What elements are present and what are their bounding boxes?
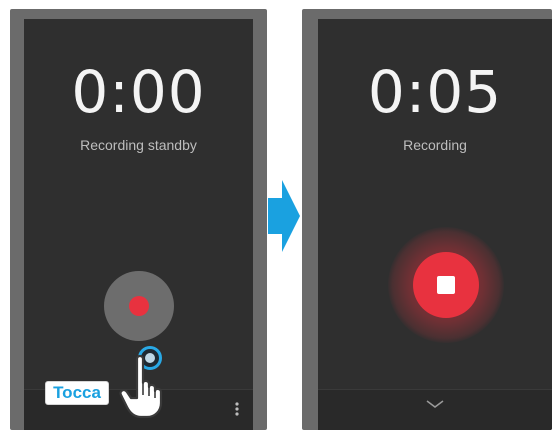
recording-status-label: Recording standby [80, 137, 197, 153]
stop-button[interactable] [413, 252, 479, 318]
elapsed-timer: 0:00 [71, 58, 206, 126]
chevron-down-icon[interactable] [425, 399, 445, 409]
phone-frame-recording: 0:05 Recording [302, 9, 552, 430]
elapsed-timer: 0:05 [367, 58, 503, 126]
tapping-hand-icon [119, 354, 163, 419]
arrow-right-icon [268, 180, 300, 252]
record-button[interactable] [104, 271, 174, 341]
stop-icon [437, 276, 455, 294]
bottom-bar [318, 389, 552, 430]
tap-instruction-badge: Tocca [45, 381, 109, 405]
phone-frame-standby: 0:00 Recording standby Tocca [10, 9, 267, 430]
overflow-menu-icon[interactable] [235, 402, 239, 416]
recording-status-label: Recording [403, 137, 467, 153]
record-icon [129, 296, 149, 316]
recorder-screen-recording: 0:05 Recording [318, 19, 552, 430]
